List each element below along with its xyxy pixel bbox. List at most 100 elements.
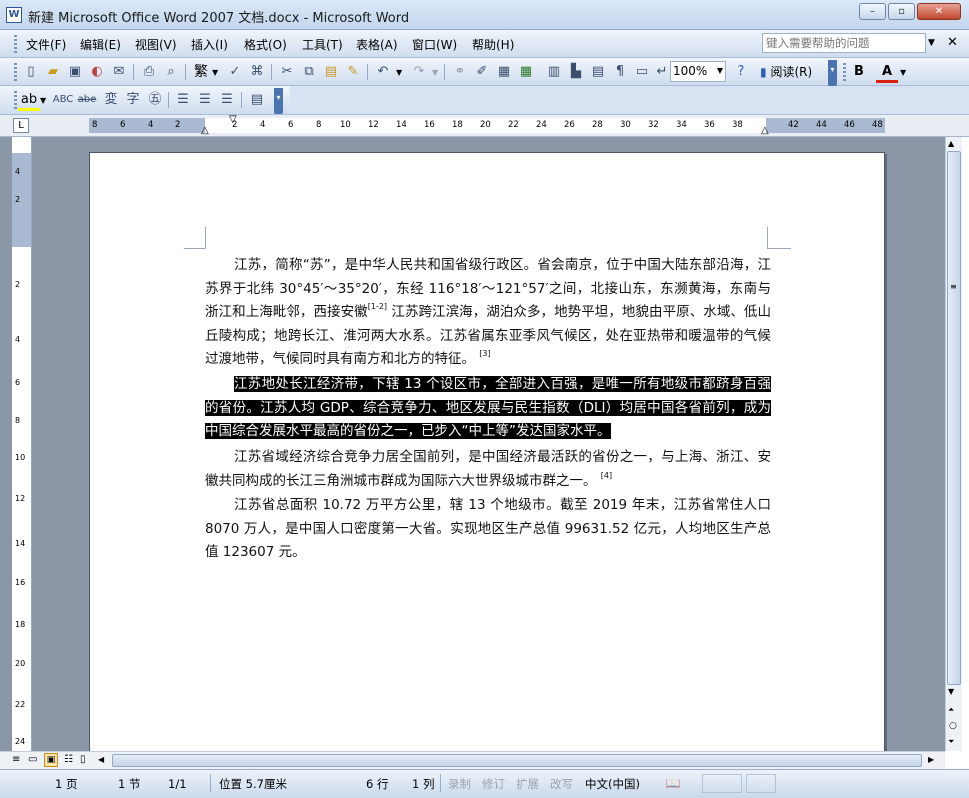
toolbar-options-icon[interactable]: ▾ [828,60,837,86]
paragraph-1[interactable]: 江苏，简称“苏”，是中华人民共和国省级行政区。省会南京，位于中国大陆东部沿海，江… [205,254,771,372]
status-track-changes[interactable]: 修订 [482,775,505,793]
scroll-thumb[interactable]: ≡ [947,151,961,685]
chevron-down-icon[interactable]: ▼ [40,96,46,105]
vertical-ruler[interactable]: 4 2 2 4 6 8 10 12 14 16 18 20 22 24 [12,137,32,751]
word-app-icon[interactable]: W [6,7,22,23]
paragraph-4[interactable]: 江苏省总面积 10.72 万平方公里，辖 13 个地级市。截至 2019 年末，… [205,494,771,565]
read-button[interactable]: ▮ 阅读(R) [760,61,822,83]
open-folder-icon[interactable]: ▰ [42,61,64,83]
print-icon[interactable]: ⎙ [138,61,160,83]
tables-borders-icon[interactable]: ✐ [471,61,493,83]
permission-icon[interactable]: ◐ [86,61,108,83]
print-preview-icon[interactable]: ⌕ [160,61,182,83]
help-search-input[interactable] [762,33,926,53]
character-spacing-icon[interactable]: ABC [52,89,74,111]
document-map-icon[interactable]: ▤ [587,61,609,83]
spelling-status-icon[interactable]: 📖 [662,775,684,791]
align-left-icon[interactable]: ☰ [172,89,194,111]
paragraph-2-selected[interactable]: 江苏地处长江经济带，下辖 13 个设区市，全部进入百强，是唯一所有地级市都跻身百… [205,373,771,444]
paragraph-3[interactable]: 江苏省域经济综合竞争力居全国前列，是中国经济最活跃的省份之一，与上海、浙江、安徽… [205,446,771,493]
research-icon[interactable]: ⌘ [246,61,268,83]
show-hide-icon[interactable]: ¶ [609,61,631,83]
normal-view-icon[interactable]: ≡ [12,754,20,765]
redo-icon[interactable]: ↷ [408,61,430,83]
format-painter-icon[interactable]: ✎ [342,61,364,83]
menu-grip[interactable] [14,35,17,53]
status-record[interactable]: 录制 [448,775,471,793]
insert-excel-icon[interactable]: ▦ [515,61,537,83]
previous-page-icon[interactable]: ⏶ [948,705,954,715]
help-icon[interactable]: ? [730,61,752,83]
toolbar-grip[interactable] [14,63,17,81]
scroll-up-icon[interactable]: ▲ [948,139,954,148]
scroll-down-icon[interactable]: ▼ [948,687,954,696]
toolbar-grip[interactable] [14,91,17,109]
menu-view[interactable]: 视图(V) [131,35,181,55]
status-language[interactable]: 中文(中国) [585,775,640,793]
chevron-down-icon[interactable]: ▼ [396,68,402,77]
bold-button[interactable]: B [848,61,870,83]
align-right-icon[interactable]: ☰ [216,89,238,111]
menu-file[interactable]: 文件(F) [22,35,70,55]
menu-window[interactable]: 窗口(W) [408,35,461,55]
spelling-check-icon[interactable]: ✓ [224,61,246,83]
menu-table[interactable]: 表格(A) [352,35,402,55]
insert-table-icon[interactable]: ▦ [493,61,515,83]
vertical-scrollbar[interactable]: ▲ ≡ ▼ ⏶ ○ ⏷ [945,137,962,751]
undo-icon[interactable]: ↶ [372,61,394,83]
font-color-button[interactable]: A [876,61,898,83]
align-center-icon[interactable]: ☰ [194,89,216,111]
horizontal-ruler[interactable]: L ▽ △ △ 8 6 4 2 2 4 6 8 10 12 14 16 18 2… [0,115,969,137]
footnote-ref[interactable]: [4] [601,471,612,480]
zoom-select[interactable]: 100% ▼ [670,61,726,82]
new-document-icon[interactable]: ▯ [20,61,42,83]
traditional-chinese-button[interactable]: 繁 [190,61,212,83]
menu-edit[interactable]: 编辑(E) [76,35,125,55]
maximize-button[interactable]: ▫ [888,3,915,20]
strikethrough-icon[interactable]: abe [76,89,98,111]
chevron-down-icon[interactable]: ▼ [212,68,218,77]
browse-object-icon[interactable]: ○ [949,721,957,731]
hscroll-thumb[interactable] [112,754,922,767]
print-layout-icon[interactable]: ▣ [44,753,58,767]
copy-icon[interactable]: ⧉ [298,61,320,83]
minimize-button[interactable]: – [859,3,886,20]
menu-help[interactable]: 帮助(H) [468,35,518,55]
toolbar-grip[interactable] [843,63,846,81]
highlight-icon[interactable]: ab [18,89,40,111]
footnote-ref[interactable]: [1-2] [368,302,387,311]
tab-selector-icon[interactable]: L [13,118,29,133]
menu-insert[interactable]: 插入(I) [187,35,232,55]
reading-icon[interactable]: ▭ [631,61,653,83]
web-layout-icon[interactable]: ▭ [28,754,37,765]
save-icon[interactable]: ▣ [64,61,86,83]
chevron-down-icon[interactable]: ▼ [900,68,906,77]
scroll-right-icon[interactable]: ▶ [928,755,934,764]
close-document-icon[interactable]: ✕ [947,35,958,50]
cut-icon[interactable]: ✂ [276,61,298,83]
phonetic-guide-icon[interactable]: 変 [100,89,122,111]
outline-view-icon[interactable]: ☷ [64,754,73,765]
line-spacing-icon[interactable]: ▤ [246,89,268,111]
horizontal-scrollbar[interactable]: ≡ ▭ ▣ ☷ ▯ ◀ ▶ [0,751,945,769]
chevron-down-icon[interactable]: ▼ [432,68,438,77]
status-overtype[interactable]: 改写 [550,775,573,793]
next-page-icon[interactable]: ⏷ [948,737,954,747]
reading-layout-icon[interactable]: ▯ [80,754,86,765]
character-border-icon[interactable]: 字 [122,89,144,111]
toolbar-options-icon[interactable]: ▾ [274,88,283,114]
menu-tools[interactable]: 工具(T) [298,35,347,55]
help-dropdown-icon[interactable]: ▼ [928,38,935,48]
footnote-ref[interactable]: [3] [479,349,490,358]
scroll-left-icon[interactable]: ◀ [98,755,104,764]
email-icon[interactable]: ✉ [108,61,130,83]
enclosed-character-icon[interactable]: ㊄ [144,89,166,111]
chevron-down-icon[interactable]: ▼ [717,66,723,75]
columns-icon[interactable]: ▥ [543,61,565,83]
hyperlink-icon[interactable]: ⚭ [449,61,471,83]
paste-icon[interactable]: ▤ [320,61,342,83]
status-extend[interactable]: 扩展 [516,775,539,793]
menu-format[interactable]: 格式(O) [240,35,291,55]
drawing-icon[interactable]: ▙ [565,61,587,83]
close-button[interactable]: ✕ [917,3,961,20]
